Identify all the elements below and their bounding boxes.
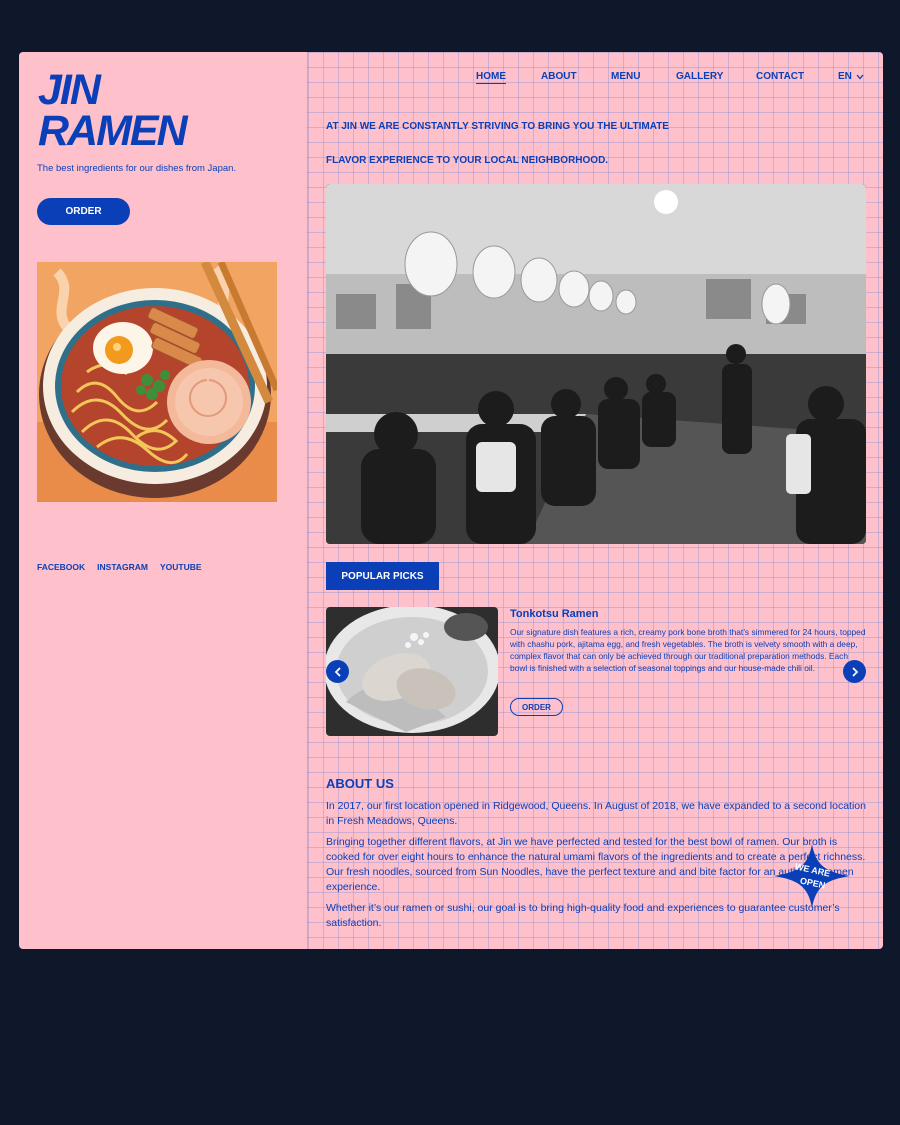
- dish-title: Tonkotsu Ramen: [510, 608, 599, 620]
- nav-gallery[interactable]: GALLERY: [676, 71, 723, 82]
- restaurant-interior-photo: [326, 184, 866, 544]
- carousel-prev-button[interactable]: [326, 660, 349, 683]
- logo[interactable]: JIN RAMEN: [38, 66, 188, 155]
- main-content: HOME ABOUT MENU GALLERY CONTACT EN AT JI…: [307, 52, 883, 949]
- chevron-right-icon: [851, 666, 858, 677]
- top-navigation: HOME ABOUT MENU GALLERY CONTACT EN: [308, 71, 883, 85]
- social-links: FACEBOOK INSTAGRAM YOUTUBE: [37, 562, 202, 572]
- dish-order-button[interactable]: ORDER: [510, 698, 563, 716]
- chevron-left-icon: [334, 666, 341, 677]
- about-title: ABOUT US: [326, 776, 394, 791]
- nav-menu[interactable]: MENU: [611, 71, 640, 82]
- hero-headline-line-1: AT JIN WE ARE CONSTANTLY STRIVING TO BRI…: [326, 121, 669, 132]
- language-selector[interactable]: EN: [838, 71, 864, 82]
- popular-picks-button[interactable]: POPULAR PICKS: [326, 562, 439, 590]
- nav-contact[interactable]: CONTACT: [756, 71, 804, 82]
- hero-headline: AT JIN WE ARE CONSTANTLY STRIVING TO BRI…: [326, 110, 846, 178]
- about-paragraph-1: In 2017, our first location opened in Ri…: [326, 800, 866, 827]
- tonkotsu-ramen-photo: [326, 607, 498, 736]
- left-sidebar: JIN RAMEN The best ingredients for our d…: [19, 52, 307, 949]
- logo-line-1: JIN: [38, 66, 101, 114]
- language-label: EN: [838, 71, 852, 82]
- ramen-bowl-illustration: [37, 262, 277, 502]
- nav-home[interactable]: HOME: [476, 71, 506, 84]
- hero-headline-line-2: FLAVOR EXPERIENCE TO YOUR LOCAL NEIGHBOR…: [326, 155, 609, 166]
- chevron-down-icon: [856, 74, 864, 79]
- star-badge-icon: [774, 844, 850, 908]
- instagram-link[interactable]: INSTAGRAM: [97, 562, 148, 572]
- page-card: JIN RAMEN The best ingredients for our d…: [19, 52, 883, 949]
- facebook-link[interactable]: FACEBOOK: [37, 562, 85, 572]
- tagline: The best ingredients for our dishes from…: [37, 163, 237, 174]
- dish-description: Our signature dish features a rich, crea…: [510, 627, 866, 673]
- order-button[interactable]: ORDER: [37, 198, 130, 225]
- carousel-next-button[interactable]: [843, 660, 866, 683]
- open-badge: WE ARE OPEN: [774, 844, 850, 908]
- youtube-link[interactable]: YOUTUBE: [160, 562, 202, 572]
- nav-about[interactable]: ABOUT: [541, 71, 577, 82]
- logo-line-2: RAMEN: [38, 107, 188, 155]
